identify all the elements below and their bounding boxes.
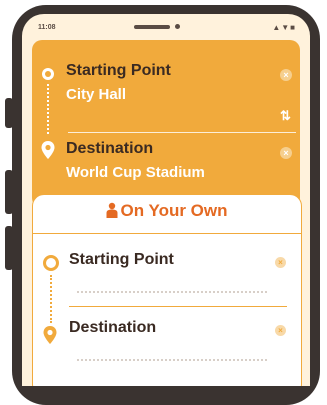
swap-icon[interactable]: ⇅: [280, 108, 291, 124]
own-route-connector: [50, 275, 52, 323]
status-time: 11:08: [38, 24, 56, 31]
own-destination-input[interactable]: [77, 359, 267, 361]
start-label: Starting Point: [66, 62, 171, 79]
on-your-own-card: On Your Own Starting Point × Destination…: [32, 194, 302, 386]
side-button-bottom: [5, 226, 13, 270]
destination-label: Destination: [66, 140, 154, 157]
start-point-marker-icon: [43, 255, 59, 271]
side-button-top: [5, 98, 13, 128]
destination-value[interactable]: World Cup Stadium: [66, 164, 205, 181]
start-point-marker-icon: [42, 68, 54, 80]
clear-own-start-button[interactable]: ×: [275, 257, 286, 268]
person-icon: [106, 202, 118, 218]
side-button-middle: [5, 170, 13, 214]
status-bar: 11:08 ▲▼■: [22, 14, 310, 36]
phone-screen: 11:08 ▲▼■ Starting Point City Hall × ⇅ D…: [22, 14, 310, 386]
clear-destination-button[interactable]: ×: [280, 147, 292, 159]
own-start-label: Starting Point: [69, 251, 174, 268]
own-start-input[interactable]: [77, 291, 267, 293]
route-divider: [68, 132, 296, 133]
start-value[interactable]: City Hall: [66, 86, 126, 103]
clear-start-button[interactable]: ×: [280, 69, 292, 81]
destination-pin-icon: [41, 141, 55, 159]
own-title: On Your Own: [120, 201, 228, 220]
signal-wifi-battery-icon: ▲▼■: [272, 23, 296, 32]
camera-dot: [175, 24, 180, 29]
route-card: Starting Point City Hall × ⇅ Destination…: [32, 40, 300, 208]
own-destination-label: Destination: [69, 319, 157, 336]
destination-pin-icon: [43, 326, 57, 344]
own-divider: [69, 306, 287, 307]
own-header-divider: [33, 233, 301, 234]
own-header: On Your Own: [33, 201, 301, 231]
route-connector: [47, 84, 49, 134]
clear-own-destination-button[interactable]: ×: [275, 325, 286, 336]
speaker-notch: [134, 25, 170, 29]
